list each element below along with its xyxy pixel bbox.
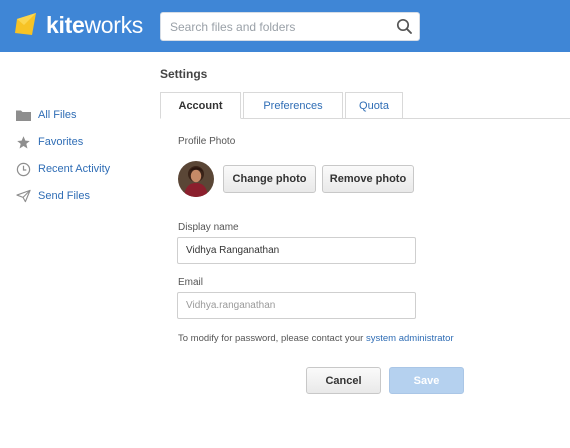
folder-icon <box>15 107 31 123</box>
sidebar-item-send-files[interactable]: Send Files <box>15 186 90 206</box>
sidebar-item-all-files[interactable]: All Files <box>15 105 77 125</box>
email-field <box>177 292 416 319</box>
system-administrator-link[interactable]: system administrator <box>366 333 454 344</box>
password-note-text: To modify for password, please contact y… <box>178 333 366 344</box>
tab-quota[interactable]: Quota <box>345 92 403 119</box>
sidebar-item-favorites[interactable]: Favorites <box>15 132 83 152</box>
sidebar-item-label: Recent Activity <box>38 163 111 175</box>
avatar <box>178 161 214 197</box>
kite-logo-icon <box>15 13 36 35</box>
sidebar-item-label: All Files <box>38 109 77 121</box>
tab-account[interactable]: Account <box>160 92 241 119</box>
display-name-label: Display name <box>178 222 239 233</box>
clock-icon <box>15 161 31 177</box>
cancel-button[interactable]: Cancel <box>306 367 381 394</box>
change-photo-button[interactable]: Change photo <box>223 165 316 193</box>
save-button[interactable]: Save <box>389 367 464 394</box>
search-box[interactable] <box>160 12 420 41</box>
sidebar-item-label: Favorites <box>38 136 84 148</box>
star-icon <box>15 134 31 150</box>
remove-photo-button[interactable]: Remove photo <box>322 165 414 193</box>
logo-text: kiteworks <box>46 11 143 38</box>
tab-preferences[interactable]: Preferences <box>243 92 343 119</box>
kiteworks-logo[interactable]: kiteworks <box>14 9 143 41</box>
sidebar-item-label: Send Files <box>38 190 90 202</box>
page-title: Settings <box>160 67 208 81</box>
email-label: Email <box>178 277 204 288</box>
search-input[interactable] <box>161 13 381 40</box>
sidebar-item-recent-activity[interactable]: Recent Activity <box>15 159 110 179</box>
paper-plane-icon <box>15 188 31 204</box>
profile-photo-label: Profile Photo <box>178 136 236 147</box>
top-header-bar: kiteworks <box>0 0 570 52</box>
password-note: To modify for password, please contact y… <box>178 333 454 344</box>
display-name-field[interactable] <box>177 237 416 264</box>
search-icon[interactable] <box>396 18 413 35</box>
